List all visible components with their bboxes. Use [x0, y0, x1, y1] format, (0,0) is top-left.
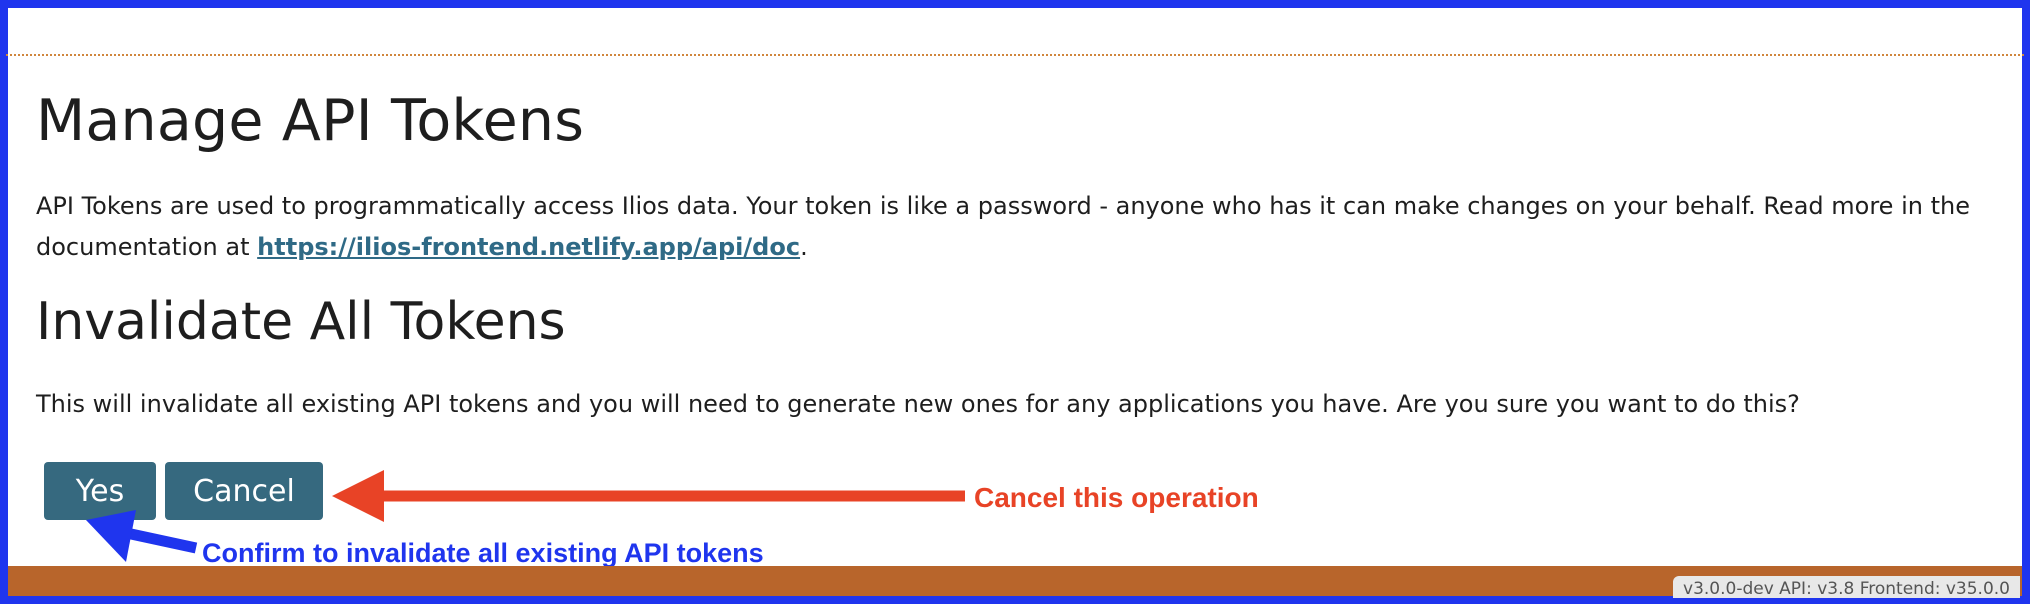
- cancel-arrow-icon: [332, 470, 965, 522]
- yes-annotation: Confirm to invalidate all existing API t…: [202, 538, 764, 568]
- yes-arrow-icon: [86, 510, 198, 562]
- cancel-annotation: Cancel this operation: [974, 482, 1259, 513]
- version-info: v3.0.0-dev API: v3.8 Frontend: v35.0.0: [1673, 576, 2020, 599]
